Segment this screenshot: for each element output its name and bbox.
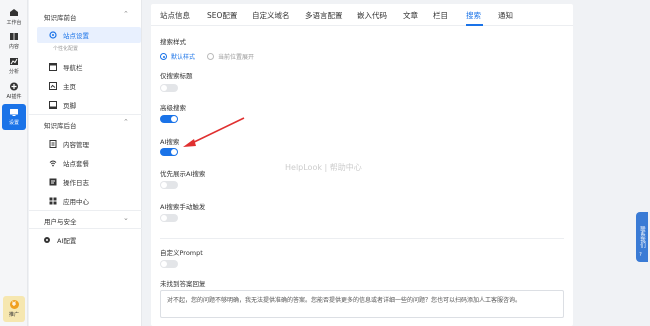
help-icon[interactable]: ? [636, 250, 645, 259]
annotation-arrow [183, 117, 245, 147]
